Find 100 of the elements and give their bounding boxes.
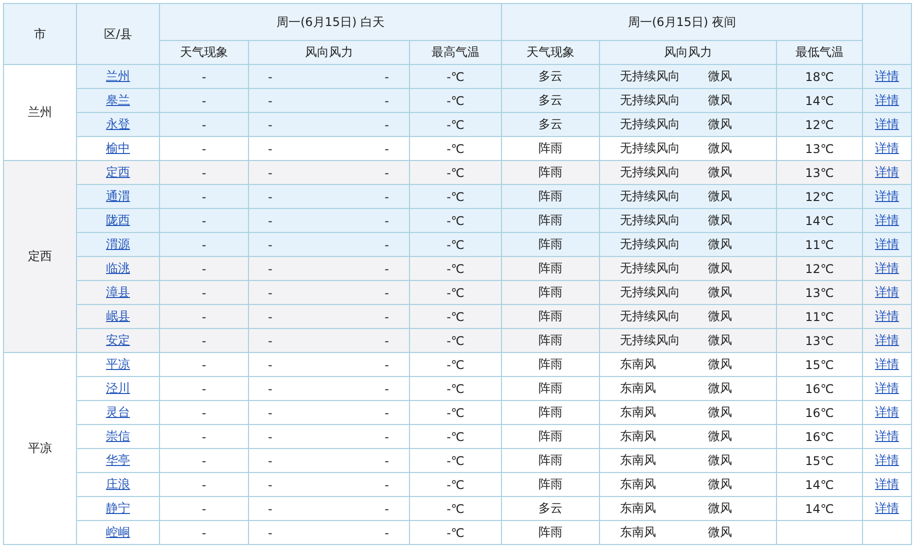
wind-direction: -	[268, 334, 272, 348]
temperature: 15℃	[805, 358, 834, 372]
table-cell: -℃	[410, 88, 502, 112]
temperature: 13℃	[805, 334, 834, 348]
district-link[interactable]: 泾川	[106, 381, 130, 395]
district-link[interactable]: 静宁	[106, 501, 130, 515]
wind-force: 微风	[708, 452, 732, 469]
header-cell: 最高气温	[410, 40, 502, 64]
wind-direction: 无持续风向	[620, 284, 680, 301]
district-link[interactable]: 皋兰	[106, 93, 130, 107]
district-link[interactable]: 崆峒	[106, 525, 130, 539]
wind-force: 微风	[708, 188, 732, 205]
table-cell: -	[160, 472, 248, 496]
table-cell: -℃	[410, 376, 502, 400]
wind-force: -	[384, 310, 389, 324]
wind-force: -	[384, 454, 389, 468]
wind-direction: -	[268, 406, 272, 420]
wind-force: -	[384, 214, 389, 228]
table-cell: 多云	[502, 88, 600, 112]
table-cell: 阵雨	[502, 352, 600, 376]
wind-force: -	[384, 70, 389, 84]
temperature: 14℃	[805, 478, 834, 492]
wind-direction: -	[268, 214, 272, 228]
table-cell: -℃	[410, 400, 502, 424]
table-cell: 阵雨	[502, 328, 600, 352]
wind-direction: -	[268, 286, 272, 300]
table-cell: -℃	[410, 208, 502, 232]
district-link[interactable]: 漳县	[106, 285, 130, 299]
district-link[interactable]: 通渭	[106, 189, 130, 203]
table-cell: -℃	[410, 424, 502, 448]
district-link[interactable]: 永登	[106, 117, 130, 131]
temperature: 13℃	[805, 286, 834, 300]
table-cell: -	[160, 256, 248, 280]
table-cell: -	[160, 88, 248, 112]
temperature: 13℃	[805, 142, 834, 156]
wind-force: 微风	[708, 212, 732, 229]
table-cell: 阵雨	[502, 136, 600, 160]
table-cell: -℃	[410, 64, 502, 88]
city-cell: 平凉	[4, 352, 76, 544]
district-link[interactable]: 定西	[106, 165, 130, 179]
wind-direction: -	[268, 262, 272, 276]
district-link[interactable]: 安定	[106, 333, 130, 347]
wind-direction: -	[268, 454, 272, 468]
wind-force: -	[384, 118, 389, 132]
table-cell: -	[160, 232, 248, 256]
table-cell: -℃	[410, 136, 502, 160]
district-link[interactable]: 渭源	[106, 237, 130, 251]
table-cell: 阵雨	[502, 160, 600, 184]
table-cell: -	[160, 520, 248, 544]
wind-direction: -	[268, 478, 272, 492]
wind-force: -	[384, 94, 389, 108]
wind-force: 微风	[708, 524, 732, 541]
wind-force: 微风	[708, 332, 732, 349]
wind-direction: 东南风	[620, 380, 656, 397]
temperature: 14℃	[805, 94, 834, 108]
temperature: 14℃	[805, 214, 834, 228]
temperature: 16℃	[805, 382, 834, 396]
table-cell: 阵雨	[502, 304, 600, 328]
district-link[interactable]: 榆中	[106, 141, 130, 155]
district-link[interactable]: 陇西	[106, 213, 130, 227]
district-link[interactable]: 岷县	[106, 309, 130, 323]
table-cell: -	[160, 64, 248, 88]
wind-direction: -	[268, 238, 272, 252]
wind-force: -	[384, 358, 389, 372]
header-cell: 风向风力	[600, 40, 777, 64]
wind-force: -	[384, 334, 389, 348]
wind-force: -	[384, 190, 389, 204]
wind-force: 微风	[708, 284, 732, 301]
district-link[interactable]: 兰州	[106, 69, 130, 83]
wind-direction: 无持续风向	[620, 188, 680, 205]
wind-direction: 东南风	[620, 500, 656, 517]
temperature: 13℃	[805, 166, 834, 180]
wind-direction: -	[268, 358, 272, 372]
table-cell: 阵雨	[502, 424, 600, 448]
header-cell: 天气现象	[160, 40, 248, 64]
wind-force: 微风	[708, 428, 732, 445]
temperature: 12℃	[805, 118, 834, 132]
temperature: 11℃	[805, 238, 834, 252]
wind-force: -	[384, 286, 389, 300]
wind-force: 微风	[708, 500, 732, 517]
wind-direction: 无持续风向	[620, 260, 680, 277]
wind-force: -	[384, 238, 389, 252]
table-cell: 多云	[502, 112, 600, 136]
table-cell: 多云	[502, 496, 600, 520]
wind-force: 微风	[708, 236, 732, 253]
district-link[interactable]: 崇信	[106, 429, 130, 443]
temperature: 16℃	[805, 430, 834, 444]
district-link[interactable]: 华亭	[106, 453, 130, 467]
table-cell: -℃	[410, 520, 502, 544]
district-link[interactable]: 临洮	[106, 261, 130, 275]
district-link[interactable]: 平凉	[106, 357, 130, 371]
table-cell: 阵雨	[502, 520, 600, 544]
table-cell: -	[160, 184, 248, 208]
wind-direction: -	[268, 190, 272, 204]
wind-direction: 东南风	[620, 524, 656, 541]
temperature: 14℃	[805, 502, 834, 516]
wind-force: 微风	[708, 116, 732, 133]
district-link[interactable]: 庄浪	[106, 477, 130, 491]
district-link[interactable]: 灵台	[106, 405, 130, 419]
wind-direction: -	[268, 430, 272, 444]
